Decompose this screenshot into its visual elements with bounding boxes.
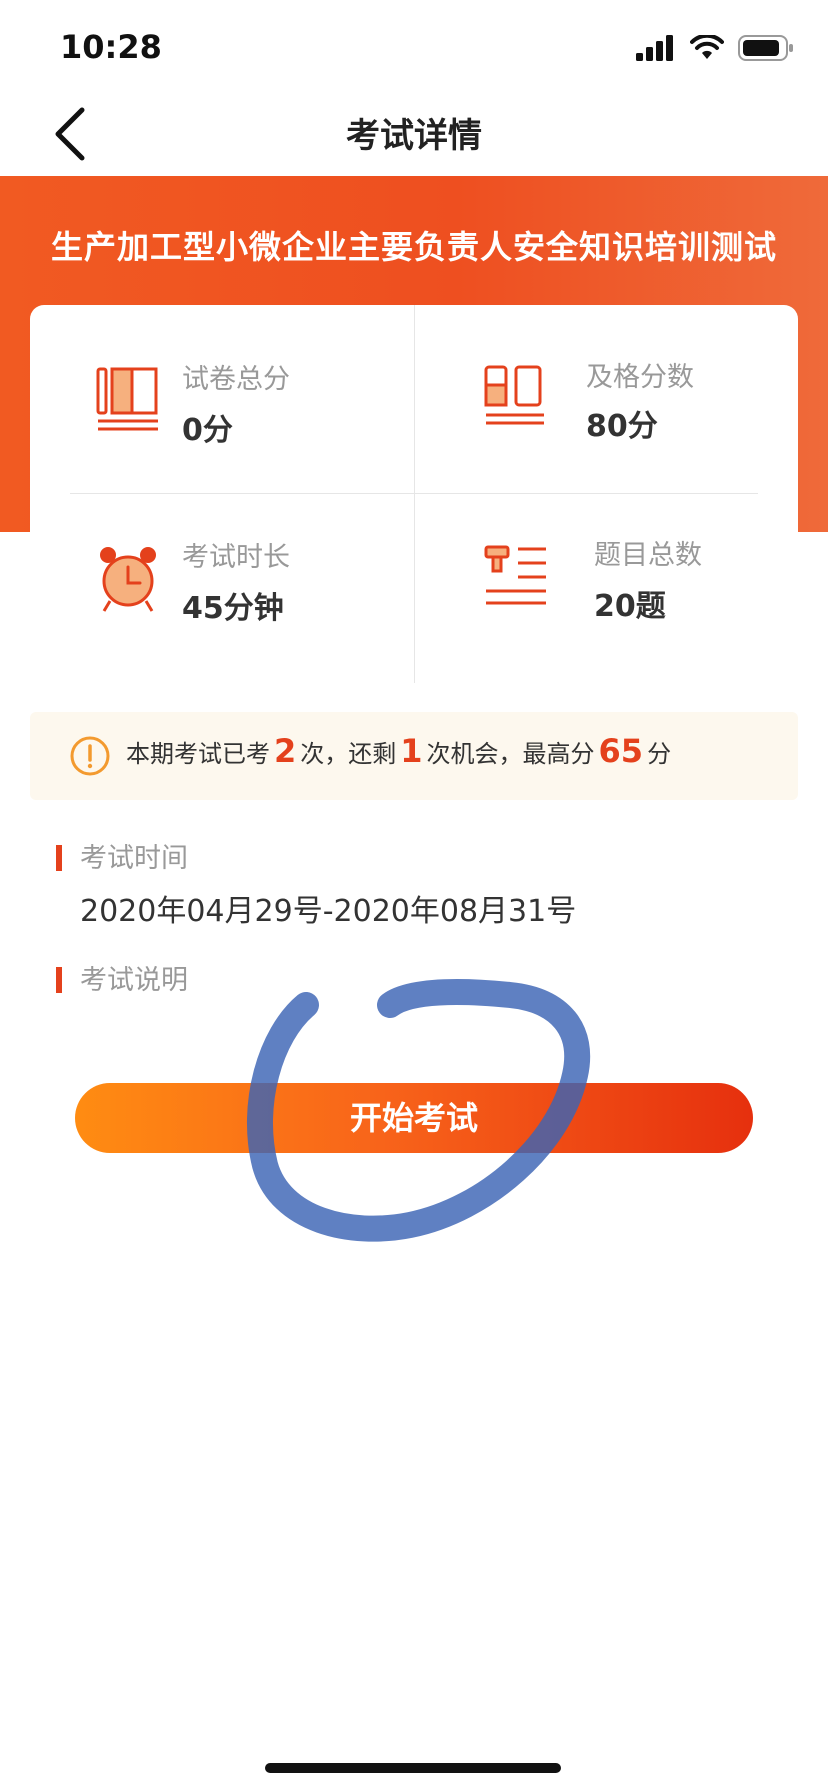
status-bar: 10:28: [0, 0, 828, 100]
score-60-icon: [484, 365, 544, 425]
status-time: 10:28: [60, 28, 162, 66]
duration-value: 45分钟: [182, 591, 284, 626]
alarm-clock-icon: [100, 547, 156, 612]
pass-score-cell: 及格分数 80分: [414, 305, 798, 493]
exam-time-label: 考试时间: [80, 843, 188, 874]
section-marker: [56, 844, 62, 871]
signal-icon: [636, 35, 673, 61]
question-count-cell: 题目总数 20题: [414, 493, 798, 681]
exclamation-circle-icon: [70, 736, 110, 776]
exam-title: 生产加工型小微企业主要负责人安全知识培训测试: [50, 228, 777, 266]
nav-bar: 考试详情: [0, 100, 828, 176]
exam-info-card: 试卷总分 0分 及格分数 80分 考试时长 45分钟 题目总数 20题: [30, 305, 798, 683]
total-score-label: 试卷总分: [182, 364, 290, 395]
question-count-label: 题目总数: [594, 540, 702, 571]
notice-part2: 次，还剩: [300, 740, 397, 768]
attempts-notice: 本期考试已考 2 次，还剩 1 次机会，最高分 65 分: [30, 712, 798, 800]
total-score-cell: 试卷总分 0分: [30, 305, 414, 493]
page-title: 考试详情: [346, 116, 482, 156]
notice-part4: 分: [647, 740, 672, 768]
question-count-value: 20题: [594, 589, 666, 624]
exam-description-label: 考试说明: [80, 965, 188, 996]
duration-label: 考试时长: [182, 542, 290, 573]
attempts-taken: 2: [274, 732, 297, 770]
pass-score-label: 及格分数: [586, 362, 694, 393]
notice-text: 本期考试已考 2 次，还剩 1 次机会，最高分 65 分: [126, 732, 671, 770]
exam-time-range: 2020年04月29号-2020年08月31号: [80, 894, 577, 929]
home-indicator: [265, 1763, 561, 1773]
exam-time-heading: 考试时间: [56, 836, 188, 875]
notice-part1: 本期考试已考: [126, 740, 270, 768]
wifi-icon: [690, 35, 724, 59]
question-list-icon: [484, 545, 546, 605]
attempts-left: 1: [400, 732, 423, 770]
status-icons: [636, 34, 794, 62]
notice-part3: 次机会，最高分: [426, 740, 595, 768]
highest-score: 65: [598, 732, 644, 770]
pass-score-value: 80分: [586, 409, 658, 444]
exam-description-heading: 考试说明: [56, 958, 188, 997]
duration-cell: 考试时长 45分钟: [30, 493, 414, 681]
start-exam-button[interactable]: 开始考试: [75, 1083, 753, 1153]
book-columns-icon: [96, 367, 158, 431]
section-marker: [56, 966, 62, 993]
total-score-value: 0分: [182, 413, 233, 448]
battery-icon: [738, 35, 793, 61]
